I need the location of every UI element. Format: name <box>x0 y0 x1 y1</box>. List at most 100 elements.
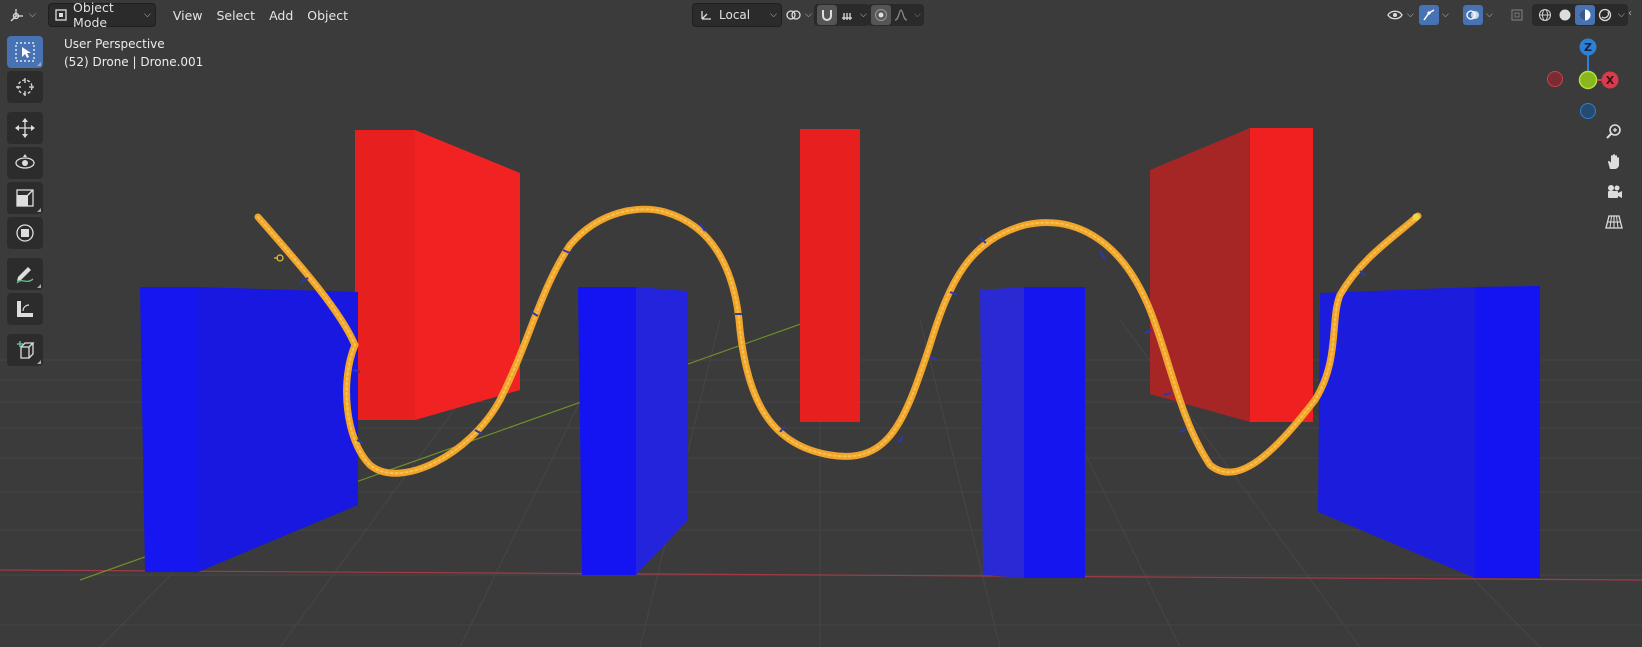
magnet-icon <box>822 10 832 21</box>
tool-scale[interactable] <box>7 182 43 214</box>
snap-toggle[interactable] <box>817 5 837 25</box>
pivot-icon <box>784 6 802 24</box>
zoom-magnifier-icon <box>1606 124 1621 139</box>
transform-orientation-selector[interactable]: Local ⌵ <box>692 3 782 27</box>
menu-select[interactable]: Select <box>210 8 263 23</box>
pivot-point-button[interactable]: ⌵ <box>780 4 816 26</box>
snap-target-button[interactable] <box>837 5 857 25</box>
transform-icon <box>16 224 34 242</box>
eye-icon <box>1386 6 1404 24</box>
tool-cursor[interactable] <box>7 71 43 103</box>
mode-selector[interactable]: Object Mode ⌵ <box>47 0 156 30</box>
editor-type-button[interactable]: ⌵ <box>4 4 40 26</box>
proportional-edit-toggle[interactable] <box>871 5 891 25</box>
tool-shelf <box>7 36 45 369</box>
curve-end-point <box>1412 213 1420 221</box>
gizmo-x-axis[interactable]: X <box>1601 71 1619 89</box>
tool-move[interactable] <box>7 112 43 144</box>
mode-label: Object Mode <box>73 0 114 30</box>
wireframe-sphere-icon <box>1538 8 1552 22</box>
menu-view[interactable]: View <box>166 8 210 23</box>
solid-sphere-icon <box>1559 9 1571 21</box>
tool-add-cube[interactable] <box>7 334 43 366</box>
gizmo-neg-x[interactable] <box>1547 71 1563 87</box>
rendered-sphere-icon <box>1598 8 1612 22</box>
chevron-down-icon: ⌵ <box>1407 10 1414 20</box>
xray-icon[interactable] <box>1508 6 1526 24</box>
shading-rendered[interactable] <box>1595 5 1615 25</box>
tool-measure[interactable] <box>7 293 43 325</box>
chevron-down-icon: ⌵ <box>144 10 151 20</box>
select-box-icon <box>15 42 35 62</box>
chevron-down-icon: ⌵ <box>1618 10 1625 20</box>
zoom-button[interactable] <box>1602 120 1626 144</box>
view-name: User Perspective <box>64 37 165 51</box>
gizmo-y-axis[interactable] <box>1578 70 1598 90</box>
menu-add[interactable]: Add <box>262 8 300 23</box>
orientation-axes-icon <box>697 6 715 24</box>
tool-annotate[interactable] <box>7 258 43 290</box>
shading-solid[interactable] <box>1555 5 1575 25</box>
gizmo-neg-z[interactable] <box>1580 103 1596 119</box>
chevron-down-icon: ⌵ <box>860 10 867 20</box>
measure-ruler-icon <box>17 301 33 317</box>
blue-block-center-left <box>578 287 688 575</box>
tool-select-box[interactable] <box>7 36 43 68</box>
object-info: (52) Drone | Drone.001 <box>64 55 204 69</box>
grid-perspective-icon <box>1605 215 1623 229</box>
perspective-toggle-button[interactable] <box>1602 210 1626 234</box>
add-cube-icon <box>17 341 35 359</box>
viewport-info: User Perspective (52) Drone | Drone.001 <box>64 35 203 71</box>
annotate-pencil-icon <box>16 267 34 284</box>
object-mode-icon <box>53 6 69 24</box>
viewport-scene <box>0 128 1642 647</box>
gizmo-x-label: X <box>1606 74 1615 87</box>
red-block-left <box>355 130 520 420</box>
navigation-gizmo[interactable]: Z X <box>1540 36 1620 126</box>
hand-icon <box>1608 154 1619 169</box>
shading-material[interactable] <box>1575 5 1595 25</box>
gizmo-z-label: Z <box>1584 41 1592 54</box>
viewport-nav-buttons <box>1602 120 1626 240</box>
gizmo-z-axis[interactable]: Z <box>1579 38 1597 56</box>
proportional-edit-group: ⌵ <box>868 4 924 26</box>
overlay-icon <box>1466 10 1479 20</box>
snap-group: ⌵ <box>814 4 870 26</box>
blue-block-left <box>140 287 358 572</box>
chevron-down-icon: ⌵ <box>914 10 921 20</box>
overlay-toggle[interactable] <box>1463 5 1483 25</box>
drone-origin <box>274 254 284 262</box>
chevron-down-icon: ⌵ <box>29 10 36 20</box>
sidebar-toggle-icon[interactable]: ‹ <box>1628 8 1632 19</box>
camera-view-button[interactable] <box>1602 180 1626 204</box>
shading-wireframe[interactable] <box>1535 5 1555 25</box>
visibility-button[interactable]: ⌵ <box>1382 4 1418 26</box>
gizmo-toggle[interactable] <box>1419 5 1439 25</box>
overlay-group: ⌵ <box>1460 4 1496 26</box>
gizmo-group: ⌵ <box>1416 4 1452 26</box>
proportional-edit-icon <box>875 9 887 21</box>
rotate-icon <box>15 154 35 169</box>
scale-icon <box>16 189 34 207</box>
shading-group: ⌵ <box>1532 4 1628 26</box>
tool-transform[interactable] <box>7 217 43 249</box>
blue-block-center-right <box>980 287 1085 578</box>
3d-viewport[interactable] <box>0 0 1642 647</box>
blue-block-right <box>1318 286 1540 578</box>
menu-object[interactable]: Object <box>300 8 355 23</box>
chevron-down-icon: ⌵ <box>805 10 812 20</box>
tool-rotate[interactable] <box>7 147 43 179</box>
orientation-label: Local <box>719 8 751 22</box>
falloff-button[interactable] <box>891 5 911 25</box>
gizmo-icon <box>1423 9 1435 21</box>
move-icon <box>15 118 35 138</box>
cursor-icon <box>16 78 34 96</box>
chevron-down-icon: ⌵ <box>1442 10 1449 20</box>
material-sphere-icon <box>1579 9 1591 21</box>
camera-icon <box>1608 185 1622 198</box>
snap-increment-icon <box>842 13 852 20</box>
chevron-down-icon: ⌵ <box>770 10 777 20</box>
pan-button[interactable] <box>1602 150 1626 174</box>
red-block-center <box>800 129 860 422</box>
3d-viewport-icon <box>8 6 26 24</box>
